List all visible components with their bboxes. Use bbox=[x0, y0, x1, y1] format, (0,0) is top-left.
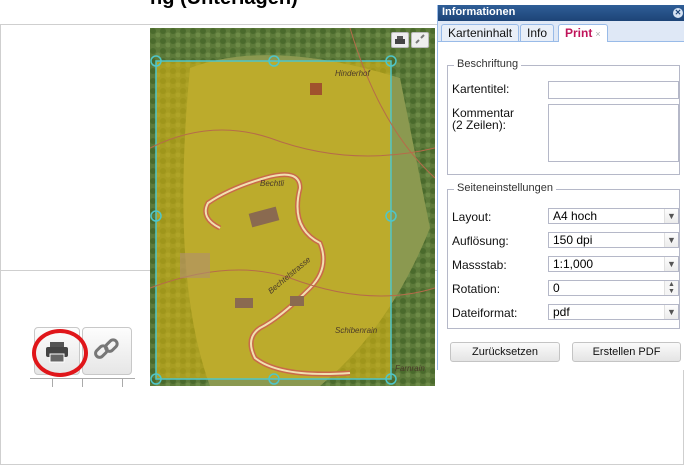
highlight-circle bbox=[32, 329, 88, 377]
map-label: Schibenrain bbox=[335, 326, 378, 335]
massstab-label: Massstab: bbox=[452, 258, 507, 272]
tab-info[interactable]: Info bbox=[520, 24, 555, 41]
link-icon bbox=[94, 338, 119, 359]
link-button[interactable] bbox=[82, 327, 132, 375]
chevron-down-icon: ▼ bbox=[664, 209, 678, 223]
kommentar-textarea[interactable] bbox=[548, 104, 679, 162]
create-pdf-button[interactable]: Erstellen PDF bbox=[572, 342, 681, 362]
kommentar-label-sub: (2 Zeilen): bbox=[452, 118, 507, 132]
building bbox=[290, 296, 304, 306]
layout-select[interactable]: A4 hoch ▼ bbox=[548, 208, 679, 224]
map-label: Hinderhof bbox=[335, 69, 370, 78]
page-heading: ng (Unterlagen) bbox=[150, 0, 435, 8]
tab-bar: Karteninhalt Info Print × bbox=[438, 21, 684, 42]
link-icon bbox=[415, 34, 425, 44]
tab-karteninhalt[interactable]: Karteninhalt bbox=[441, 24, 520, 41]
kartentitel-label: Kartentitel: bbox=[452, 82, 510, 96]
building bbox=[235, 298, 253, 308]
rotation-label: Rotation: bbox=[452, 282, 501, 296]
tab-print[interactable]: Print × bbox=[558, 24, 608, 42]
rotation-spinner[interactable]: 0 ▲ ▼ bbox=[548, 280, 679, 296]
tab-close-icon[interactable]: × bbox=[595, 29, 600, 39]
aufloesung-label: Auflösung: bbox=[452, 234, 509, 248]
map-label: Bechtli bbox=[260, 179, 284, 188]
link-button[interactable] bbox=[411, 32, 429, 48]
dateiformat-select[interactable]: pdf ▼ bbox=[548, 304, 679, 320]
kartentitel-input[interactable] bbox=[548, 81, 679, 99]
info-panel: Informationen ✕ Karteninhalt Info Print ×… bbox=[437, 5, 684, 370]
chevron-down-icon: ▼ bbox=[664, 257, 678, 271]
chevron-down-icon: ▼ bbox=[664, 305, 678, 319]
tick bbox=[122, 379, 123, 387]
aufloesung-select[interactable]: 150 dpi ▼ bbox=[548, 232, 679, 248]
layout-label: Layout: bbox=[452, 210, 492, 224]
tick bbox=[52, 379, 53, 387]
dateiformat-label: Dateiformat: bbox=[452, 306, 518, 320]
toolbar-scale bbox=[30, 378, 135, 387]
massstab-select[interactable]: 1:1,000 ▼ bbox=[548, 256, 679, 272]
panel-header: Informationen ✕ bbox=[438, 5, 684, 21]
zoomed-toolbar bbox=[30, 327, 150, 377]
separator-line bbox=[0, 24, 1, 464]
building bbox=[310, 83, 322, 95]
map-toolbar bbox=[391, 32, 429, 48]
field-plot bbox=[180, 253, 210, 278]
spinner-icon[interactable]: ▲ ▼ bbox=[664, 281, 678, 295]
close-icon[interactable]: ✕ bbox=[673, 8, 683, 18]
map-label: Farnrain bbox=[395, 364, 425, 373]
tick bbox=[82, 379, 83, 387]
panel-title: Informationen bbox=[442, 6, 516, 18]
reset-button[interactable]: Zurücksetzen bbox=[450, 342, 560, 362]
print-button[interactable] bbox=[391, 32, 409, 48]
group-legend: Seiteneinstellungen bbox=[454, 182, 557, 194]
group-legend: Beschriftung bbox=[454, 58, 522, 70]
map-view[interactable]: Hinderhof Bechtli Bechtelstrasse Schiben… bbox=[150, 28, 435, 386]
print-icon bbox=[395, 36, 405, 44]
map-canvas: Hinderhof Bechtli Bechtelstrasse Schiben… bbox=[150, 28, 435, 386]
chevron-down-icon: ▼ bbox=[664, 233, 678, 247]
